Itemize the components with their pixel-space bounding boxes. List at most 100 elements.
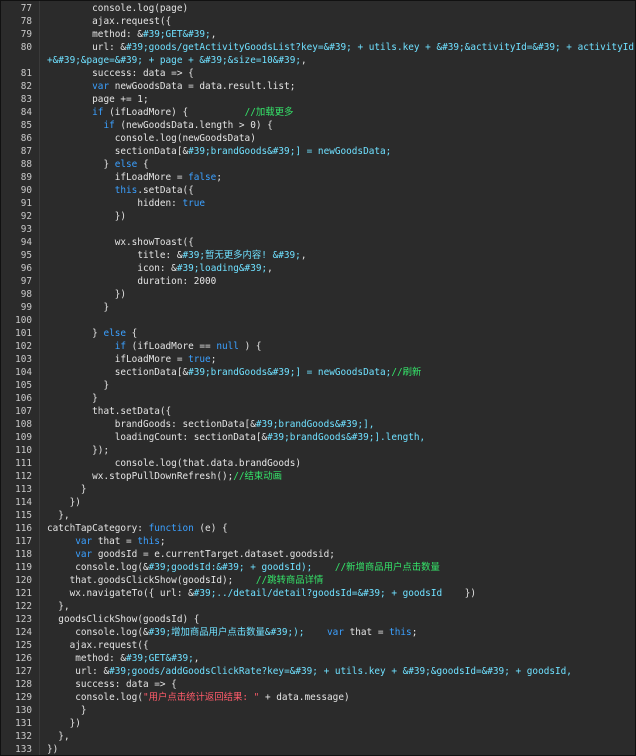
code-text[interactable]: } bbox=[39, 379, 635, 392]
code-line[interactable]: 99 } bbox=[1, 301, 635, 314]
code-line[interactable]: 84 if (ifLoadMore) { //加载更多 bbox=[1, 106, 635, 119]
code-text[interactable]: console.log(&#39;goodsId:&#39; + goodsId… bbox=[39, 561, 635, 574]
code-text[interactable]: }) bbox=[39, 210, 635, 223]
code-line[interactable]: 104 sectionData[&#39;brandGoods&#39;] = … bbox=[1, 366, 635, 379]
code-line[interactable]: 125 ajax.request({ bbox=[1, 639, 635, 652]
code-line[interactable]: 127 url: &#39;goods/addGoodsClickRate?ke… bbox=[1, 665, 635, 678]
code-text[interactable]: ifLoadMore = false; bbox=[39, 171, 635, 184]
code-line[interactable]: 102 if (ifLoadMore == null ) { bbox=[1, 340, 635, 353]
code-text[interactable]: this.setData({ bbox=[39, 184, 635, 197]
code-line[interactable]: 96 icon: &#39;loading&#39;, bbox=[1, 262, 635, 275]
code-line[interactable]: 132 }, bbox=[1, 730, 635, 743]
code-line[interactable]: 92 }) bbox=[1, 210, 635, 223]
code-line[interactable]: 83 page += 1; bbox=[1, 93, 635, 106]
code-text[interactable]: ajax.request({ bbox=[39, 15, 635, 28]
code-line[interactable]: 82 var newGoodsData = data.result.list; bbox=[1, 80, 635, 93]
code-line[interactable]: 126 method: &#39;GET&#39;, bbox=[1, 652, 635, 665]
code-text[interactable]: method: &#39;GET&#39;, bbox=[39, 652, 635, 665]
code-line[interactable]: 91 hidden: true bbox=[1, 197, 635, 210]
code-line[interactable]: 95 title: &#39;暂无更多内容! &#39;, bbox=[1, 249, 635, 262]
code-text[interactable]: method: &#39;GET&#39;, bbox=[39, 28, 635, 41]
code-line[interactable]: 119 console.log(&#39;goodsId:&#39; + goo… bbox=[1, 561, 635, 574]
code-line[interactable]: 80 url: &#39;goods/getActivityGoodsList?… bbox=[1, 41, 635, 67]
code-line[interactable]: 123 goodsClickShow(goodsId) { bbox=[1, 613, 635, 626]
code-line[interactable]: 130 } bbox=[1, 704, 635, 717]
code-text[interactable] bbox=[39, 223, 635, 236]
code-line[interactable]: 94 wx.showToast({ bbox=[1, 236, 635, 249]
code-text[interactable]: }) bbox=[39, 288, 635, 301]
code-text[interactable]: url: &#39;goods/getActivityGoodsList?key… bbox=[39, 41, 635, 67]
code-line[interactable]: 97 duration: 2000 bbox=[1, 275, 635, 288]
code-line[interactable]: 85 if (newGoodsData.length > 0) { bbox=[1, 119, 635, 132]
code-text[interactable]: } bbox=[39, 704, 635, 717]
code-text[interactable] bbox=[39, 314, 635, 327]
code-text[interactable]: } bbox=[39, 301, 635, 314]
code-line[interactable]: 93 bbox=[1, 223, 635, 236]
code-text[interactable]: url: &#39;goods/addGoodsClickRate?key=&#… bbox=[39, 665, 635, 678]
code-line[interactable]: 114 }) bbox=[1, 496, 635, 509]
code-text[interactable]: }) bbox=[39, 496, 635, 509]
code-text[interactable]: that.setData({ bbox=[39, 405, 635, 418]
code-line[interactable]: 103 ifLoadMore = true; bbox=[1, 353, 635, 366]
code-text[interactable]: } else { bbox=[39, 158, 635, 171]
code-line[interactable]: 118 var goodsId = e.currentTarget.datase… bbox=[1, 548, 635, 561]
code-text[interactable]: console.log(newGoodsData) bbox=[39, 132, 635, 145]
code-line[interactable]: 78 ajax.request({ bbox=[1, 15, 635, 28]
code-text[interactable]: ifLoadMore = true; bbox=[39, 353, 635, 366]
code-line[interactable]: 133}) bbox=[1, 743, 635, 755]
code-editor[interactable]: 77 console.log(page) 78 ajax.request({79 … bbox=[0, 0, 636, 756]
code-line[interactable]: 115 }, bbox=[1, 509, 635, 522]
code-line[interactable]: 77 console.log(page) bbox=[1, 2, 635, 15]
code-line[interactable]: 90 this.setData({ bbox=[1, 184, 635, 197]
code-text[interactable]: console.log("用户点击统计返回结果: " + data.messag… bbox=[39, 691, 635, 704]
code-line[interactable]: 116 catchTapCategory: function (e) { bbox=[1, 522, 635, 535]
code-text[interactable]: icon: &#39;loading&#39;, bbox=[39, 262, 635, 275]
code-text[interactable]: console.log(that.data.brandGoods) bbox=[39, 457, 635, 470]
code-line[interactable]: 81 success: data => { bbox=[1, 67, 635, 80]
code-text[interactable]: } bbox=[39, 483, 635, 496]
code-text[interactable]: wx.showToast({ bbox=[39, 236, 635, 249]
code-line[interactable]: 120 that.goodsClickShow(goodsId); //跳转商品… bbox=[1, 574, 635, 587]
code-lines[interactable]: 77 console.log(page) 78 ajax.request({79 … bbox=[1, 1, 635, 755]
code-text[interactable]: that.goodsClickShow(goodsId); //跳转商品详情 bbox=[39, 574, 635, 587]
code-text[interactable]: sectionData[&#39;brandGoods&#39;] = newG… bbox=[39, 145, 635, 158]
code-text[interactable]: }); bbox=[39, 444, 635, 457]
code-text[interactable]: } else { bbox=[39, 327, 635, 340]
code-text[interactable]: goodsClickShow(goodsId) { bbox=[39, 613, 635, 626]
code-line[interactable]: 89 ifLoadMore = false; bbox=[1, 171, 635, 184]
code-text[interactable]: }) bbox=[39, 717, 635, 730]
code-text[interactable]: sectionData[&#39;brandGoods&#39;] = newG… bbox=[39, 366, 635, 379]
code-line[interactable]: 117 var that = this; bbox=[1, 535, 635, 548]
code-line[interactable]: 109 loadingCount: sectionData[&#39;brand… bbox=[1, 431, 635, 444]
code-text[interactable]: if (newGoodsData.length > 0) { bbox=[39, 119, 635, 132]
code-text[interactable]: page += 1; bbox=[39, 93, 635, 106]
code-text[interactable]: hidden: true bbox=[39, 197, 635, 210]
code-text[interactable]: catchTapCategory: function (e) { bbox=[39, 522, 635, 535]
code-line[interactable]: 131 }) bbox=[1, 717, 635, 730]
code-line[interactable]: 107 that.setData({ bbox=[1, 405, 635, 418]
code-line[interactable]: 98 }) bbox=[1, 288, 635, 301]
code-text[interactable]: title: &#39;暂无更多内容! &#39;, bbox=[39, 249, 635, 262]
code-line[interactable]: 86 console.log(newGoodsData) bbox=[1, 132, 635, 145]
code-text[interactable]: wx.navigateTo({ url: &#39;../detail/deta… bbox=[39, 587, 635, 600]
code-text[interactable]: console.log(&#39;增加商品用户点击数量&#39;); var t… bbox=[39, 626, 635, 639]
code-line[interactable]: 88 } else { bbox=[1, 158, 635, 171]
code-line[interactable]: 110 }); bbox=[1, 444, 635, 457]
code-line[interactable]: 108 brandGoods: sectionData[&#39;brandGo… bbox=[1, 418, 635, 431]
code-text[interactable]: }, bbox=[39, 509, 635, 522]
code-text[interactable]: } bbox=[39, 392, 635, 405]
code-line[interactable]: 111 console.log(that.data.brandGoods) bbox=[1, 457, 635, 470]
code-text[interactable]: success: data => { bbox=[39, 67, 635, 80]
code-line[interactable]: 113 } bbox=[1, 483, 635, 496]
code-text[interactable]: success: data => { bbox=[39, 678, 635, 691]
code-line[interactable]: 128 success: data => { bbox=[1, 678, 635, 691]
code-text[interactable]: ajax.request({ bbox=[39, 639, 635, 652]
code-line[interactable]: 79 method: &#39;GET&#39;, bbox=[1, 28, 635, 41]
code-text[interactable]: if (ifLoadMore == null ) { bbox=[39, 340, 635, 353]
code-line[interactable]: 129 console.log("用户点击统计返回结果: " + data.me… bbox=[1, 691, 635, 704]
code-line[interactable]: 112 wx.stopPullDownRefresh();//结束动画 bbox=[1, 470, 635, 483]
code-text[interactable]: var goodsId = e.currentTarget.dataset.go… bbox=[39, 548, 635, 561]
code-line[interactable]: 124 console.log(&#39;增加商品用户点击数量&#39;); v… bbox=[1, 626, 635, 639]
code-line[interactable]: 106 } bbox=[1, 392, 635, 405]
code-text[interactable]: duration: 2000 bbox=[39, 275, 635, 288]
